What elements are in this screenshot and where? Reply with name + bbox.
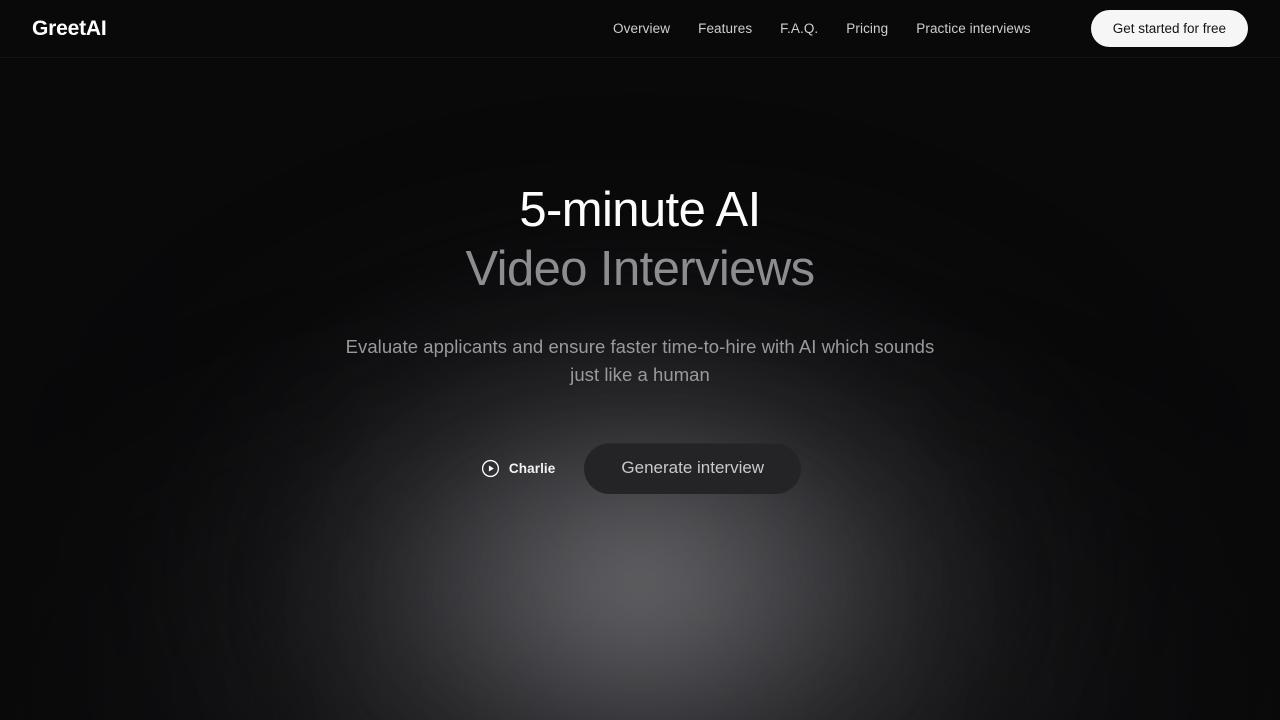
nav-link-faq[interactable]: F.A.Q. xyxy=(780,21,818,36)
get-started-button[interactable]: Get started for free xyxy=(1090,9,1248,48)
brand-logo[interactable]: GreetAI xyxy=(32,18,107,39)
primary-nav: Overview Features F.A.Q. Pricing Practic… xyxy=(613,9,1248,48)
generate-interview-button[interactable]: Generate interview xyxy=(584,443,802,494)
site-header: GreetAI Overview Features F.A.Q. Pricing… xyxy=(0,0,1280,58)
nav-link-overview[interactable]: Overview xyxy=(613,21,670,36)
nav-link-practice-interviews[interactable]: Practice interviews xyxy=(916,21,1030,36)
nav-link-pricing[interactable]: Pricing xyxy=(846,21,888,36)
nav-link-features[interactable]: Features xyxy=(698,21,752,36)
play-circle-icon xyxy=(481,459,500,478)
hero-headline-line-2: Video Interviews xyxy=(465,242,815,296)
hero-actions: Charlie Generate interview xyxy=(479,443,802,494)
hero-section: 5-minute AI Video Interviews Evaluate ap… xyxy=(0,58,1280,720)
voice-name-label: Charlie xyxy=(508,460,556,476)
hero-subheadline: Evaluate applicants and ensure faster ti… xyxy=(345,336,935,386)
hero-headline: 5-minute AI Video Interviews xyxy=(465,183,815,296)
voice-preview-button[interactable]: Charlie xyxy=(479,455,557,482)
hero-headline-line-1: 5-minute AI xyxy=(519,183,761,237)
